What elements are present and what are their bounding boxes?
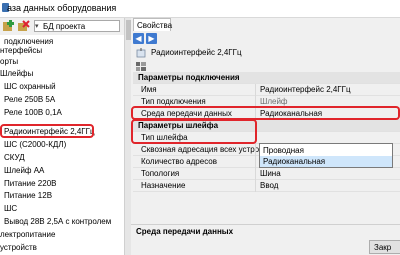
category-sort-icon[interactable] <box>136 62 146 71</box>
close-button[interactable]: Закр <box>369 240 400 254</box>
arrow-right-icon[interactable]: ▶ <box>146 33 157 44</box>
grid-section-connection[interactable]: Параметры подключения <box>133 72 400 84</box>
title-bar: аза данных оборудования <box>0 0 400 18</box>
arrow-left-icon[interactable]: ◀ <box>133 33 144 44</box>
properties-panel: Свойства ◀ ▶ Радиоинтерфейс 2,4ГГц Парам… <box>131 18 400 255</box>
medium-row-highlight <box>131 106 400 120</box>
grid-row-name[interactable]: Имя Радиоинтерфейс 2,4ГГц <box>133 84 400 96</box>
chevron-down-icon: ▾ <box>35 23 39 30</box>
database-select[interactable]: ▾ БД проекта <box>34 20 120 32</box>
equipment-tree-panel: ▾ БД проекта подключения нтерфейсы орты … <box>0 18 124 255</box>
left-toolbar: ▾ БД проекта <box>0 18 124 35</box>
tree-item[interactable]: нтерфейсы <box>0 45 42 56</box>
grid-row-purpose[interactable]: Назначение Ввод <box>133 180 400 192</box>
loop-type-highlight <box>131 119 257 144</box>
grid-row-topology[interactable]: Топология Шина <box>133 168 400 180</box>
tree-item[interactable]: ШС <box>4 203 17 214</box>
add-icon[interactable] <box>2 20 15 33</box>
tab-properties[interactable]: Свойства <box>133 18 172 31</box>
tree-selection-highlight <box>0 124 94 138</box>
tree-item[interactable]: лектропитание <box>0 229 55 240</box>
database-select-value: БД проекта <box>43 22 86 31</box>
tree-item[interactable]: ШС охранный <box>4 81 56 92</box>
selected-object-header: Радиоинтерфейс 2,4ГГц <box>131 46 400 71</box>
delete-icon[interactable] <box>17 20 30 33</box>
tree-item[interactable]: ШС (С2000-КДЛ) <box>4 139 66 150</box>
tree-item[interactable]: Реле 100В 0,1А <box>4 107 62 118</box>
properties-toolbar: ◀ ▶ <box>131 32 400 45</box>
tree-item[interactable]: устройств <box>0 242 37 253</box>
tree-item[interactable]: СКУД <box>4 152 25 163</box>
transmission-medium-dropdown[interactable]: Проводная Радиоканальная <box>259 143 393 168</box>
radio-interface-icon <box>136 48 146 58</box>
window-title: аза данных оборудования <box>7 3 117 13</box>
selected-object-name: Радиоинтерфейс 2,4ГГц <box>151 48 242 57</box>
tree-item[interactable]: Питание 12В <box>4 190 52 201</box>
description-title: Среда передачи данных <box>136 227 234 236</box>
tree-item[interactable]: Шлейфы <box>0 68 33 79</box>
tree-item[interactable]: орты <box>0 56 18 67</box>
tree-item[interactable]: Шлейф АА <box>4 165 44 176</box>
dropdown-option-wired[interactable]: Проводная <box>260 145 392 156</box>
tree-item[interactable]: Вывод 28В 2,5А с контролем <box>4 216 111 227</box>
description-panel: Среда передачи данных <box>131 224 400 255</box>
tree-item[interactable]: Питание 220В <box>4 178 56 189</box>
tree-item[interactable]: Реле 250В 5А <box>4 94 55 105</box>
dropdown-option-radio[interactable]: Радиоканальная <box>260 156 392 167</box>
